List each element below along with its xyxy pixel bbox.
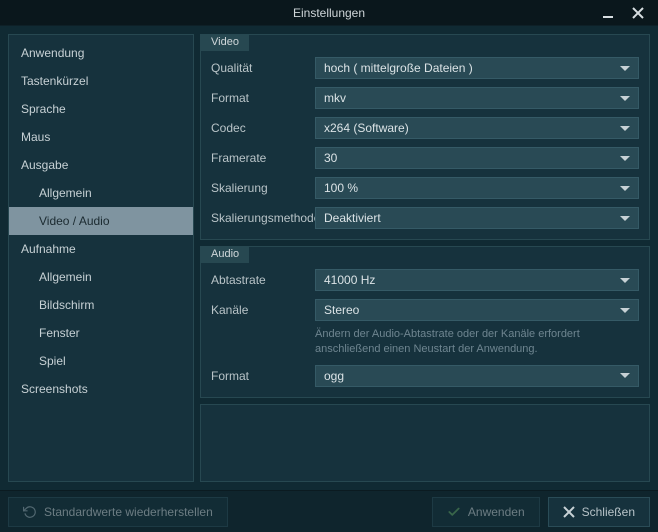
channels-label: Kanäle — [211, 303, 309, 317]
quality-label: Qualität — [211, 61, 309, 75]
channels-select[interactable]: Stereo — [315, 299, 639, 321]
sidebar-item-output-video-audio[interactable]: Video / Audio — [9, 207, 193, 235]
codec-label: Codec — [211, 121, 309, 135]
row-channels: Kanäle Stereo — [211, 291, 639, 321]
restore-defaults-label: Standardwerte wiederherstellen — [44, 505, 213, 519]
sidebar-item-recording-screen[interactable]: Bildschirm — [9, 291, 193, 319]
chevron-down-icon — [620, 216, 630, 221]
sidebar-item-recording[interactable]: Aufnahme — [9, 235, 193, 263]
format-label: Format — [211, 91, 309, 105]
scalemethod-select[interactable]: Deaktiviert — [315, 207, 639, 229]
audio-hint: Ändern der Audio-Abtastrate oder der Kan… — [211, 321, 639, 357]
framerate-value: 30 — [324, 151, 337, 165]
audio-format-select[interactable]: ogg — [315, 365, 639, 387]
window-title: Einstellungen — [0, 6, 658, 20]
audio-group-title: Audio — [201, 246, 249, 263]
sidebar-item-application[interactable]: Anwendung — [9, 39, 193, 67]
samplerate-select[interactable]: 41000 Hz — [315, 269, 639, 291]
chevron-down-icon — [620, 308, 630, 313]
samplerate-value: 41000 Hz — [324, 273, 375, 287]
samplerate-label: Abtastrate — [211, 273, 309, 287]
row-scaling: Skalierung 100 % — [211, 169, 639, 199]
footer: Standardwerte wiederherstellen Anwenden … — [0, 490, 658, 532]
audio-format-label: Format — [211, 369, 309, 383]
chevron-down-icon — [620, 156, 630, 161]
chevron-down-icon — [620, 126, 630, 131]
close-label: Schließen — [582, 505, 635, 519]
close-icon — [563, 506, 575, 518]
content-fill — [200, 404, 650, 482]
video-group: Video Qualität hoch ( mittelgroße Dateie… — [200, 34, 650, 240]
restore-defaults-button[interactable]: Standardwerte wiederherstellen — [8, 497, 228, 527]
chevron-down-icon — [620, 373, 630, 378]
body: Anwendung Tastenkürzel Sprache Maus Ausg… — [0, 26, 658, 490]
row-codec: Codec x264 (Software) — [211, 109, 639, 139]
video-group-title: Video — [201, 34, 249, 51]
chevron-down-icon — [620, 66, 630, 71]
codec-value: x264 (Software) — [324, 121, 409, 135]
quality-value: hoch ( mittelgroße Dateien ) — [324, 61, 473, 75]
channels-value: Stereo — [324, 303, 359, 317]
scaling-value: 100 % — [324, 181, 358, 195]
sidebar-item-recording-general[interactable]: Allgemein — [9, 263, 193, 291]
row-audio-format: Format ogg — [211, 357, 639, 387]
framerate-select[interactable]: 30 — [315, 147, 639, 169]
chevron-down-icon — [620, 186, 630, 191]
row-quality: Qualität hoch ( mittelgroße Dateien ) — [211, 49, 639, 79]
scalemethod-label: Skalierungsmethode — [211, 211, 309, 225]
apply-button[interactable]: Anwenden — [432, 497, 540, 527]
content: Video Qualität hoch ( mittelgroße Dateie… — [200, 34, 650, 482]
sidebar-item-output[interactable]: Ausgabe — [9, 151, 193, 179]
close-button[interactable] — [630, 5, 646, 21]
sidebar-item-language[interactable]: Sprache — [9, 95, 193, 123]
video-format-select[interactable]: mkv — [315, 87, 639, 109]
row-samplerate: Abtastrate 41000 Hz — [211, 261, 639, 291]
scalemethod-value: Deaktiviert — [324, 211, 381, 225]
window-controls — [588, 5, 658, 21]
chevron-down-icon — [620, 96, 630, 101]
sidebar-item-recording-window[interactable]: Fenster — [9, 319, 193, 347]
scaling-label: Skalierung — [211, 181, 309, 195]
sidebar-item-mouse[interactable]: Maus — [9, 123, 193, 151]
quality-select[interactable]: hoch ( mittelgroße Dateien ) — [315, 57, 639, 79]
minimize-button[interactable] — [600, 5, 616, 21]
audio-format-value: ogg — [324, 369, 344, 383]
row-framerate: Framerate 30 — [211, 139, 639, 169]
sidebar: Anwendung Tastenkürzel Sprache Maus Ausg… — [8, 34, 194, 482]
sidebar-item-shortcuts[interactable]: Tastenkürzel — [9, 67, 193, 95]
settings-window: Einstellungen Anwendung Tastenkürzel Spr… — [0, 0, 658, 532]
close-footer-button[interactable]: Schließen — [548, 497, 650, 527]
check-icon — [447, 505, 461, 519]
apply-label: Anwenden — [468, 505, 525, 519]
codec-select[interactable]: x264 (Software) — [315, 117, 639, 139]
sidebar-item-recording-game[interactable]: Spiel — [9, 347, 193, 375]
row-scalemethod: Skalierungsmethode Deaktiviert — [211, 199, 639, 229]
titlebar: Einstellungen — [0, 0, 658, 26]
framerate-label: Framerate — [211, 151, 309, 165]
audio-group: Audio Abtastrate 41000 Hz Kanäle Stereo … — [200, 246, 650, 398]
sidebar-item-screenshots[interactable]: Screenshots — [9, 375, 193, 403]
scaling-select[interactable]: 100 % — [315, 177, 639, 199]
sidebar-item-output-general[interactable]: Allgemein — [9, 179, 193, 207]
chevron-down-icon — [620, 278, 630, 283]
video-format-value: mkv — [324, 91, 346, 105]
undo-icon — [23, 505, 37, 519]
row-format: Format mkv — [211, 79, 639, 109]
